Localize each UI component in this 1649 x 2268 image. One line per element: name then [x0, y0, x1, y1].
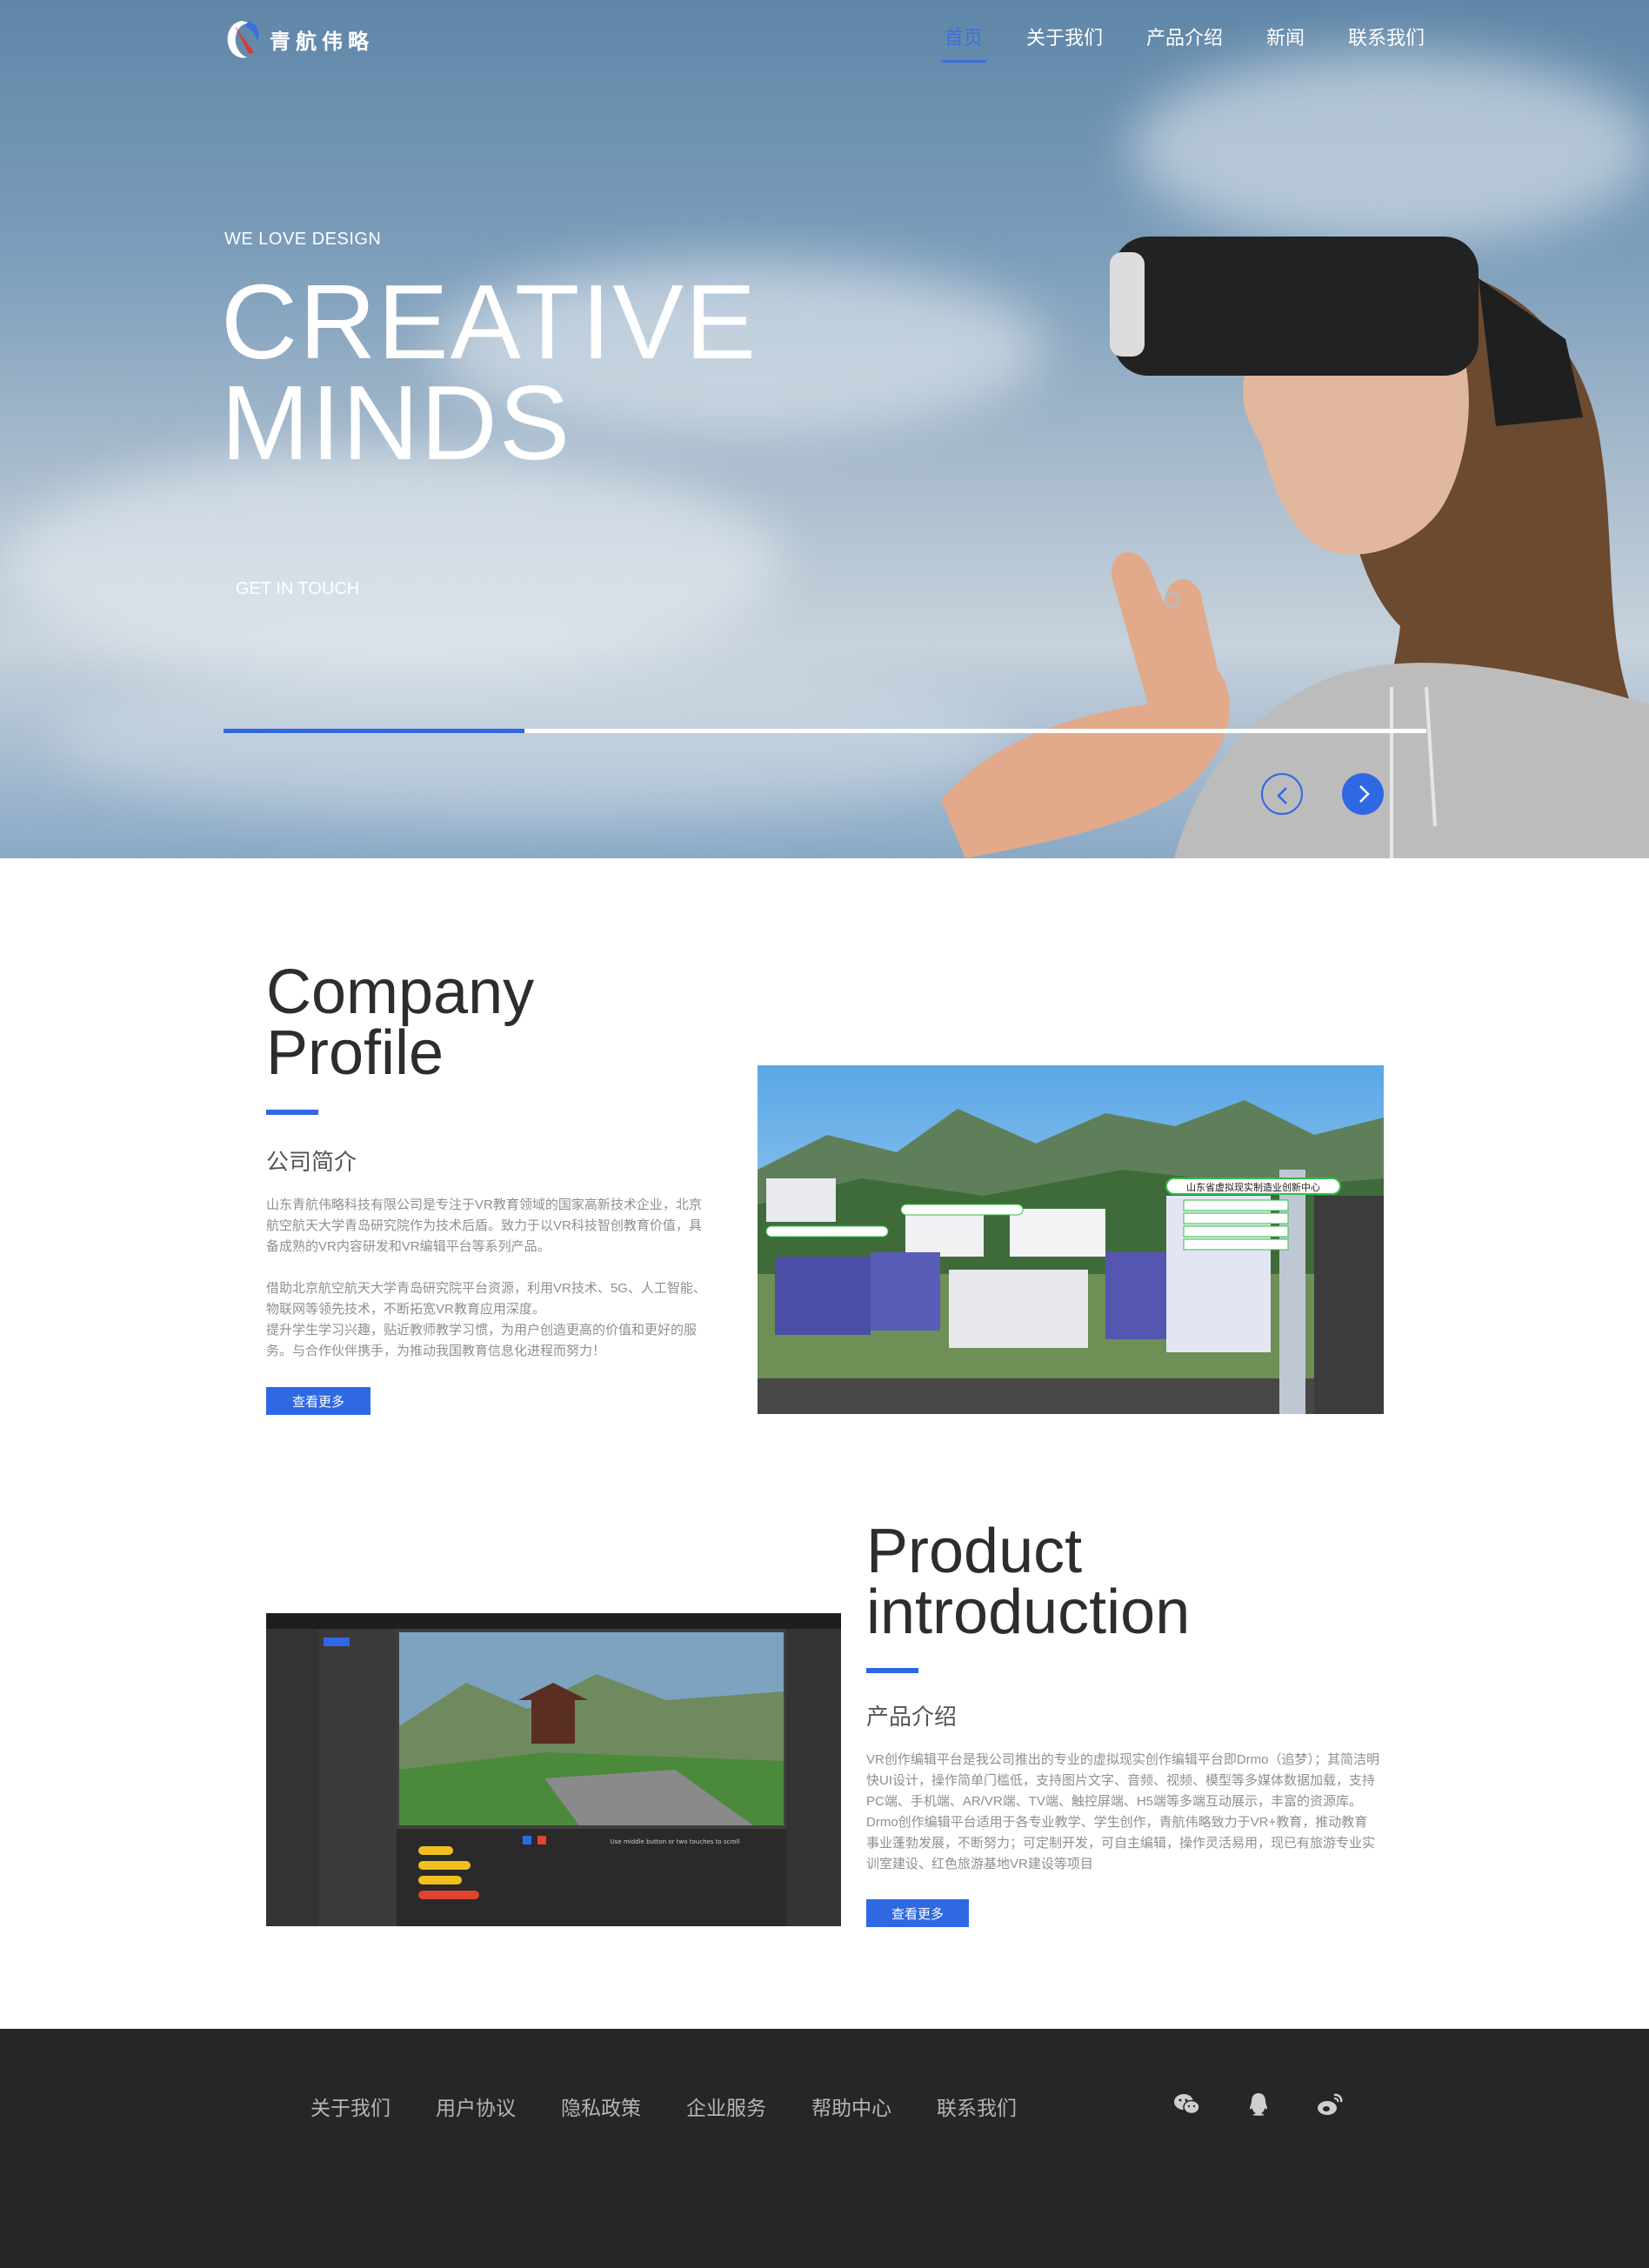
footer-links: 关于我们 用户协议 隐私政策 企业服务 帮助中心 联系我们: [310, 2091, 1017, 2121]
cloud: [0, 452, 783, 678]
nav-item-contact[interactable]: 联系我们: [1348, 23, 1425, 63]
product-more-button[interactable]: 查看更多: [866, 1899, 969, 1927]
qq-icon[interactable]: [1244, 2090, 1273, 2119]
profile-image: 山东省虚拟现实制造业创新中心: [758, 1065, 1384, 1414]
footer-link-enterprise[interactable]: 企业服务: [686, 2091, 766, 2121]
slide-progress-track: [224, 729, 1426, 733]
product-text: VR创作编辑平台是我公司推出的专业的虚拟现实创作编辑平台即Drmo（追梦）；其简…: [866, 1752, 1380, 1871]
footer-link-about[interactable]: 关于我们: [310, 2091, 391, 2121]
product-title-line2: introduction: [866, 1578, 1191, 1647]
slide-progress-fill: [224, 729, 524, 733]
profile-paragraph: 提升学生学习兴趣，贴近教师教学习惯，为用户创造更高的价值和更好的服务。与合作伙伴…: [266, 1323, 698, 1358]
slider-next-button[interactable]: [1342, 773, 1384, 815]
social-icons: [1172, 2090, 1345, 2119]
product-title: Product introduction: [866, 1520, 1190, 1644]
profile-accent-bar: [266, 1110, 318, 1115]
footer: 关于我们 用户协议 隐私政策 企业服务 帮助中心 联系我们: [0, 2029, 1649, 2268]
product-image: Use middle button or two touches to scro…: [266, 1613, 841, 1926]
profile-paragraph: 山东青航伟略科技有限公司是专注于VR教育领域的国家高新技术企业，北京航空航天大学…: [266, 1197, 702, 1254]
weibo-icon[interactable]: [1315, 2090, 1345, 2119]
profile-title-line2: Profile: [266, 1018, 444, 1088]
editor-screenshot-image: Use middle button or two touches to scro…: [266, 1613, 841, 1926]
hero-eyebrow: WE LOVE DESIGN: [224, 230, 382, 249]
profile-paragraph: 借助北京航空航天大学青岛研究院平台资源，利用VR技术、5G、人工智能、物联网等领…: [266, 1281, 706, 1317]
logo[interactable]: 青航伟略: [223, 17, 374, 61]
profile-more-button[interactable]: 查看更多: [266, 1387, 371, 1415]
vr-person-illustration: [941, 237, 1649, 858]
nav-item-news[interactable]: 新闻: [1266, 23, 1305, 63]
profile-subtitle: 公司简介: [266, 1149, 357, 1175]
slider-prev-button[interactable]: [1261, 773, 1303, 815]
footer-link-agreement[interactable]: 用户协议: [436, 2091, 516, 2121]
nav-item-about[interactable]: 关于我们: [1026, 23, 1103, 63]
hero-title-line2: MINDS: [221, 364, 572, 482]
main-nav: 首页 关于我们 产品介绍 新闻 联系我们: [940, 23, 1425, 63]
product-accent-bar: [866, 1668, 918, 1673]
logo-text: 青航伟略: [270, 30, 374, 54]
footer-link-privacy[interactable]: 隐私政策: [561, 2091, 641, 2121]
cloud: [52, 661, 1009, 817]
hero-banner: 青航伟略 首页 关于我们 产品介绍 新闻 联系我们 WE LOVE DESIGN…: [0, 0, 1649, 858]
nav-item-home[interactable]: 首页: [940, 23, 986, 63]
campus-banner-text: 山东省虚拟现实制造业创新中心: [1186, 1181, 1320, 1193]
nav-item-products[interactable]: 产品介绍: [1146, 23, 1223, 63]
product-title-line1: Product: [866, 1517, 1083, 1586]
product-subtitle: 产品介绍: [866, 1704, 958, 1730]
cloud: [1131, 52, 1649, 243]
footer-link-help[interactable]: 帮助中心: [811, 2091, 891, 2121]
chevron-right-icon: [1359, 785, 1370, 803]
hero-title: CREATIVE MINDS: [221, 269, 758, 476]
campus-render-image: 山东省虚拟现实制造业创新中心: [758, 1065, 1384, 1414]
profile-title: Company Profile: [266, 961, 534, 1084]
logo-icon: [227, 21, 259, 58]
get-in-touch-link[interactable]: GET IN TOUCH: [236, 579, 359, 599]
profile-title-line1: Company: [266, 957, 535, 1027]
chevron-left-icon: [1277, 787, 1287, 804]
footer-link-contact[interactable]: 联系我们: [937, 2091, 1017, 2121]
editor-hint-text: Use middle button or two touches to scro…: [611, 1838, 740, 1845]
profile-text: 山东青航伟略科技有限公司是专注于VR教育领域的国家高新技术企业，北京航空航天大学…: [266, 1195, 706, 1362]
wechat-icon[interactable]: [1172, 2090, 1202, 2119]
